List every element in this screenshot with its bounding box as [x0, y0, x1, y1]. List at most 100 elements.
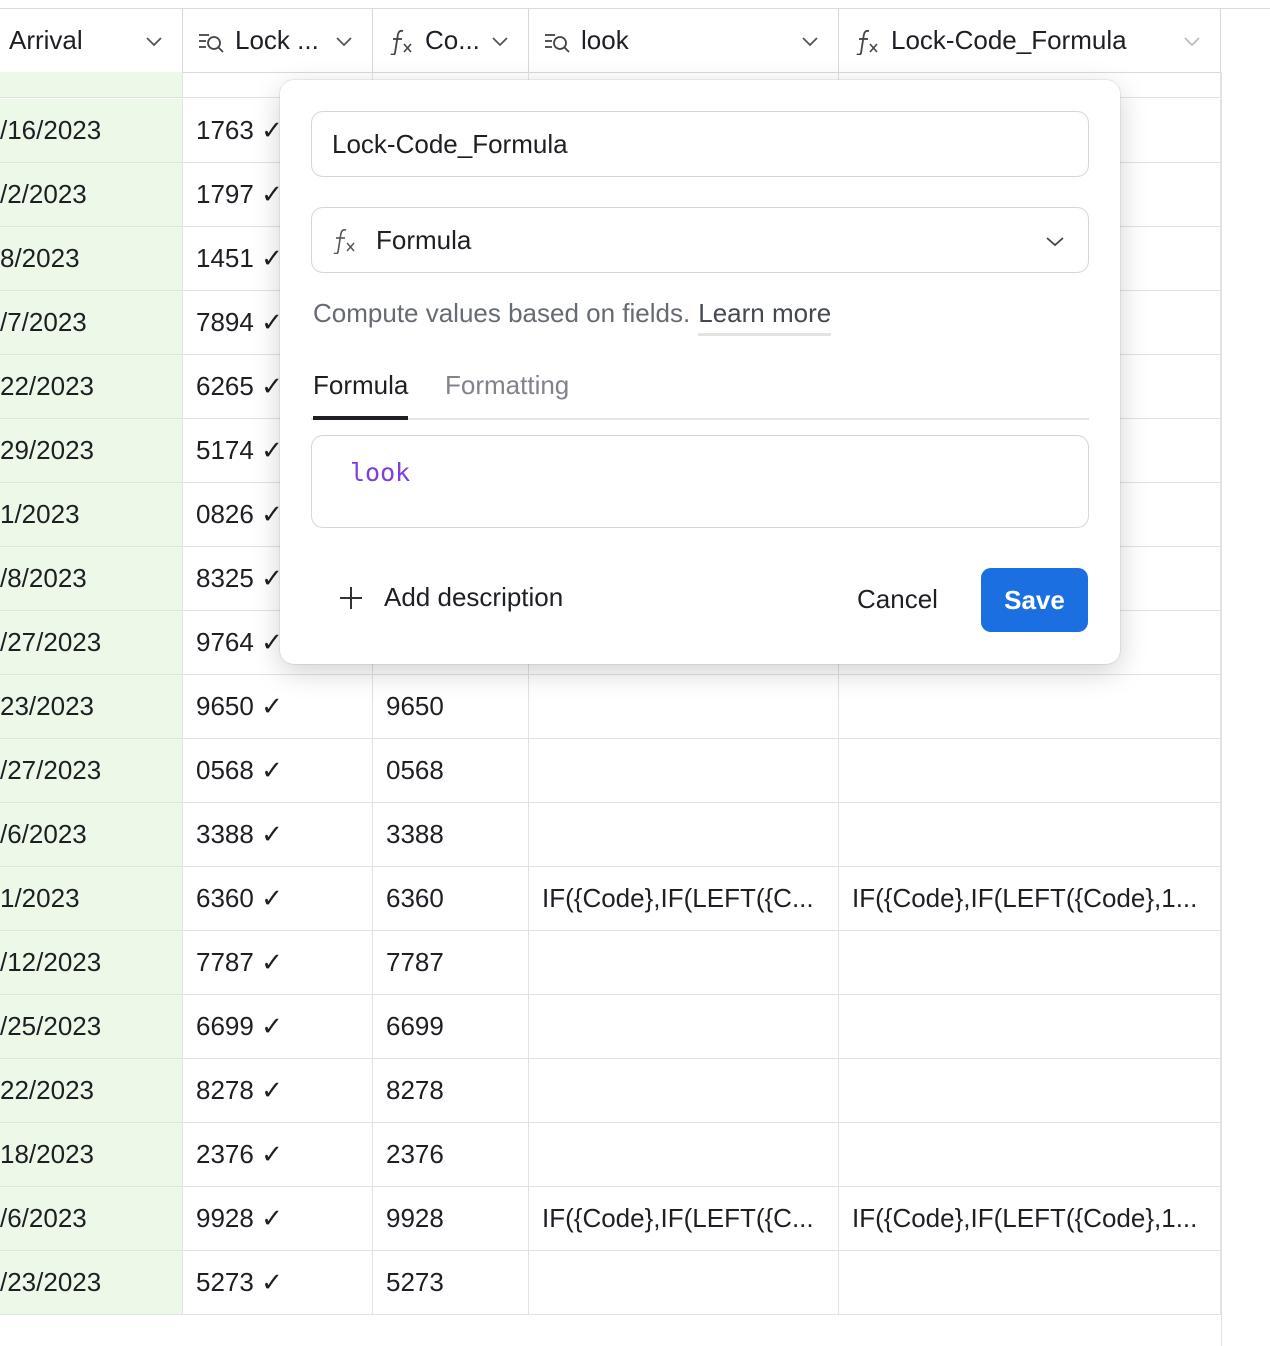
look-cell[interactable]: IF({Code},IF(LEFT({C...	[529, 1187, 839, 1251]
code-cell[interactable]: 5273	[373, 1251, 529, 1315]
arrival-cell[interactable]: 1/2023	[0, 867, 183, 931]
lock-cell[interactable]: 2376 ✓	[183, 1123, 373, 1187]
column-header-look[interactable]: look	[529, 9, 839, 72]
formula-cell[interactable]: IF({Code},IF(LEFT({Code},1...	[839, 1187, 1221, 1251]
lookup-icon	[545, 33, 570, 53]
lock-cell[interactable]: 3388 ✓	[183, 803, 373, 867]
formula-cell[interactable]	[839, 739, 1221, 803]
field-type-select[interactable]: Formula	[311, 207, 1089, 273]
table-row[interactable]: /27/2023 0568 ✓ 0568	[0, 739, 1221, 803]
code-cell[interactable]: 3388	[373, 803, 529, 867]
save-button[interactable]: Save	[981, 568, 1088, 632]
table-row[interactable]: 1/2023 6360 ✓ 6360 IF({Code},IF(LEFT({C... I…	[0, 867, 1221, 931]
lock-cell[interactable]: 0568 ✓	[183, 739, 373, 803]
code-cell[interactable]: 2376	[373, 1123, 529, 1187]
chevron-down-icon[interactable]	[1182, 31, 1202, 51]
column-header-code[interactable]: Co...	[373, 9, 529, 72]
arrival-cell[interactable]: 1/2023	[0, 483, 183, 547]
column-header-lock[interactable]: Lock ...	[183, 9, 373, 72]
table-row[interactable]: /6/2023 3388 ✓ 3388	[0, 803, 1221, 867]
code-cell[interactable]: 6699	[373, 995, 529, 1059]
arrival-cell[interactable]: /25/2023	[0, 995, 183, 1059]
table-row[interactable]: 23/2023 9650 ✓ 9650	[0, 675, 1221, 739]
formula-cell[interactable]	[839, 995, 1221, 1059]
code-cell[interactable]: 6360	[373, 867, 529, 931]
formula-cell[interactable]	[839, 675, 1221, 739]
field-config-popover: Lock-Code_Formula Formula Compute values…	[280, 80, 1120, 664]
look-cell[interactable]	[529, 1059, 839, 1123]
description-text: Compute values based on fields.	[313, 298, 691, 328]
arrival-cell[interactable]: /8/2023	[0, 547, 183, 611]
column-header-label: look	[581, 25, 629, 55]
arrival-cell[interactable]: 23/2023	[0, 675, 183, 739]
lock-cell[interactable]: 9650 ✓	[183, 675, 373, 739]
field-type-label: Formula	[376, 224, 472, 255]
arrival-cell[interactable]: /16/2023	[0, 99, 183, 163]
lock-cell[interactable]: 5273 ✓	[183, 1251, 373, 1315]
table-row[interactable]: 22/2023 8278 ✓ 8278	[0, 1059, 1221, 1123]
formula-cell[interactable]	[839, 1059, 1221, 1123]
column-header-formula[interactable]: Lock-Code_Formula	[839, 9, 1221, 72]
formula-cell[interactable]: IF({Code},IF(LEFT({Code},1...	[839, 867, 1221, 931]
add-description-button[interactable]: Add description	[338, 582, 563, 613]
field-name-input[interactable]: Lock-Code_Formula	[311, 111, 1089, 177]
learn-more-link[interactable]: Learn more	[698, 298, 832, 336]
arrival-cell[interactable]: /23/2023	[0, 1251, 183, 1315]
formula-tabs: Formula Formatting	[311, 370, 1089, 420]
formula-icon	[333, 229, 355, 254]
formula-icon	[856, 29, 878, 55]
look-cell[interactable]	[529, 1251, 839, 1315]
look-cell[interactable]	[529, 931, 839, 995]
chevron-down-icon[interactable]	[490, 31, 510, 51]
table-row[interactable]: /23/2023 5273 ✓ 5273	[0, 1251, 1221, 1315]
look-cell[interactable]: IF({Code},IF(LEFT({C...	[529, 867, 839, 931]
lock-cell[interactable]: 8278 ✓	[183, 1059, 373, 1123]
arrival-cell[interactable]: /27/2023	[0, 611, 183, 675]
column-header-arrival[interactable]: Arrival	[0, 9, 183, 72]
chevron-down-icon[interactable]	[144, 31, 164, 51]
arrival-cell[interactable]: 8/2023	[0, 227, 183, 291]
chevron-down-icon[interactable]	[334, 31, 354, 51]
arrival-cell[interactable]: /27/2023	[0, 739, 183, 803]
table-row[interactable]: /6/2023 9928 ✓ 9928 IF({Code},IF(LEFT({C...…	[0, 1187, 1221, 1251]
formula-cell[interactable]	[839, 803, 1221, 867]
look-cell[interactable]	[529, 739, 839, 803]
formula-cell[interactable]	[839, 1251, 1221, 1315]
code-cell[interactable]: 0568	[373, 739, 529, 803]
formula-token: look	[350, 458, 411, 487]
look-cell[interactable]	[529, 675, 839, 739]
arrival-cell[interactable]: /7/2023	[0, 291, 183, 355]
table-row[interactable]: /12/2023 7787 ✓ 7787	[0, 931, 1221, 995]
formula-cell[interactable]	[839, 931, 1221, 995]
arrival-cell[interactable]: 22/2023	[0, 355, 183, 419]
arrival-cell[interactable]: /12/2023	[0, 931, 183, 995]
look-cell[interactable]	[529, 995, 839, 1059]
arrival-cell[interactable]: 22/2023	[0, 1059, 183, 1123]
formula-cell[interactable]	[839, 1123, 1221, 1187]
arrival-cell[interactable]: /2/2023	[0, 163, 183, 227]
tab-formatting[interactable]: Formatting	[445, 370, 569, 416]
lock-cell[interactable]: 6699 ✓	[183, 995, 373, 1059]
formula-editor[interactable]: look	[311, 435, 1089, 528]
lock-cell[interactable]: 6360 ✓	[183, 867, 373, 931]
add-description-label: Add description	[384, 582, 564, 612]
formula-icon	[390, 29, 412, 55]
lock-cell[interactable]: 9928 ✓	[183, 1187, 373, 1251]
code-cell[interactable]: 9650	[373, 675, 529, 739]
look-cell[interactable]	[529, 803, 839, 867]
arrival-cell[interactable]: 29/2023	[0, 419, 183, 483]
lock-cell[interactable]: 7787 ✓	[183, 931, 373, 995]
cancel-button[interactable]: Cancel	[857, 584, 938, 615]
code-cell[interactable]: 8278	[373, 1059, 529, 1123]
arrival-cell[interactable]: /6/2023	[0, 1187, 183, 1251]
tab-formula[interactable]: Formula	[313, 370, 409, 420]
table-row[interactable]: 18/2023 2376 ✓ 2376	[0, 1123, 1221, 1187]
arrival-cell[interactable]: 18/2023	[0, 1123, 183, 1187]
grid-right-gutter	[1221, 72, 1270, 1346]
arrival-cell[interactable]: /6/2023	[0, 803, 183, 867]
code-cell[interactable]: 9928	[373, 1187, 529, 1251]
code-cell[interactable]: 7787	[373, 931, 529, 995]
look-cell[interactable]	[529, 1123, 839, 1187]
table-row[interactable]: /25/2023 6699 ✓ 6699	[0, 995, 1221, 1059]
chevron-down-icon[interactable]	[800, 31, 820, 51]
